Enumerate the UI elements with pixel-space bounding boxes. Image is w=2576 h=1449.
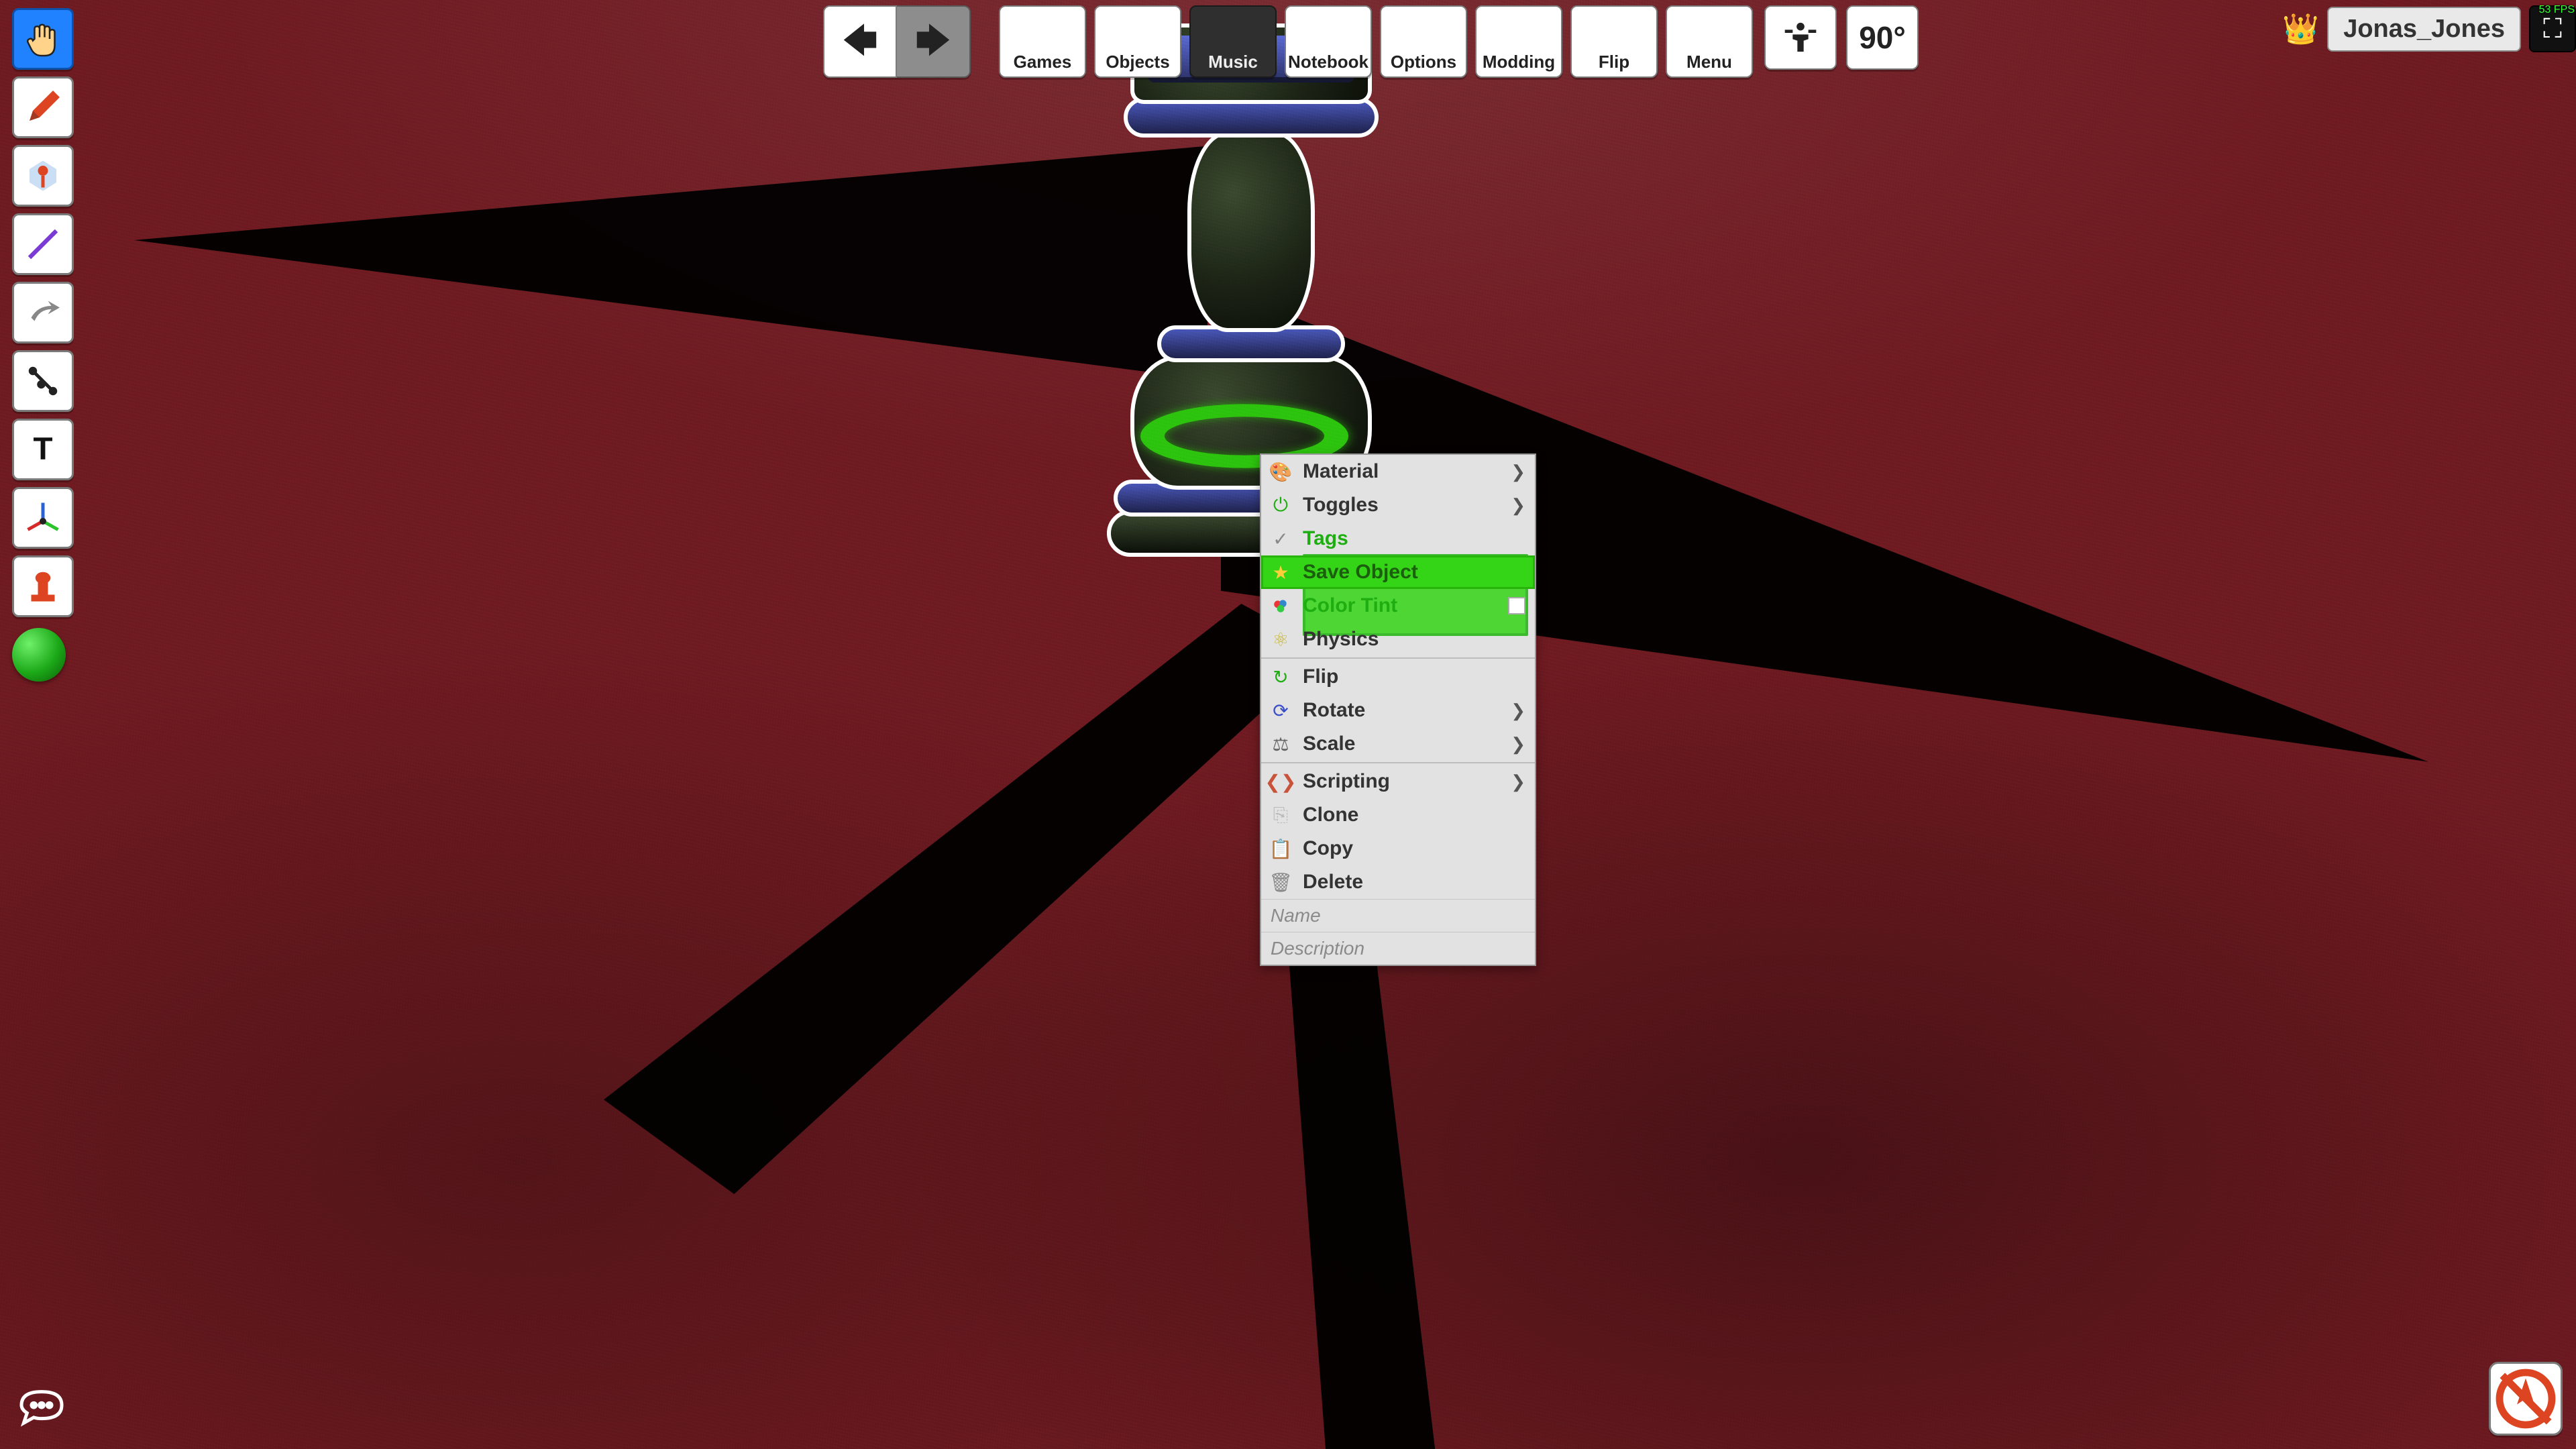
ctx-flip[interactable]: ↻ Flip xyxy=(1261,660,1535,694)
tint-icon xyxy=(1268,597,1293,614)
rotation-degree-button[interactable]: 90° xyxy=(1846,5,1919,70)
ctx-save-object[interactable]: ★ Save Object xyxy=(1261,555,1535,589)
modding-button[interactable]: Modding xyxy=(1475,5,1562,78)
games-label: Games xyxy=(1014,52,1072,72)
menu-button[interactable]: Menu xyxy=(1666,5,1753,78)
code-icon: ❮❯ xyxy=(1268,771,1293,793)
top-context-buttons: 90° xyxy=(1764,5,1919,70)
ctx-scale[interactable]: ⚖ Scale ❯ xyxy=(1261,727,1535,761)
star-icon: ★ xyxy=(1268,561,1293,584)
left-tool-strip: T xyxy=(12,8,74,682)
text-tool[interactable]: T xyxy=(12,419,74,480)
arrow-left-icon: 🡄 xyxy=(842,23,878,58)
check-icon: ✓ xyxy=(1268,528,1293,550)
games-button[interactable]: Games xyxy=(999,5,1086,78)
flip-button[interactable]: Flip xyxy=(1570,5,1658,78)
modding-label: Modding xyxy=(1483,52,1555,72)
username-label: Jonas_Jones xyxy=(2343,15,2505,44)
copy-icon: 📋 xyxy=(1268,838,1293,860)
ctx-tags[interactable]: ✓ Tags xyxy=(1261,522,1535,555)
chevron-right-icon: ❯ xyxy=(1511,700,1525,721)
separator xyxy=(1261,762,1535,763)
top-right-cluster: 👑 Jonas_Jones ⛶ 53 FPS xyxy=(2282,5,2576,52)
flip-label: Flip xyxy=(1599,52,1629,72)
ctx-description-field[interactable]: Description xyxy=(1261,932,1535,965)
color-ball[interactable] xyxy=(12,628,66,682)
chevron-right-icon: ❯ xyxy=(1511,462,1525,482)
fps-label: 53 FPS xyxy=(2539,4,2575,16)
ctx-color-tint[interactable]: Color Tint xyxy=(1261,589,1535,623)
ctx-clone[interactable]: ⎘ Clone xyxy=(1261,798,1535,832)
shadow xyxy=(604,604,1328,1194)
ctx-toggles[interactable]: ⏻ Toggles ❯ xyxy=(1261,488,1535,522)
objects-label: Objects xyxy=(1106,52,1169,72)
pencil-tool[interactable] xyxy=(12,76,74,138)
flip-icon: ↻ xyxy=(1268,666,1293,688)
shadow xyxy=(134,101,1208,449)
separator xyxy=(1261,657,1535,659)
host-crown-icon: 👑 xyxy=(2282,11,2319,46)
camera-reset-button[interactable] xyxy=(2489,1362,2563,1436)
atom-icon: ⚛ xyxy=(1268,629,1293,651)
scale-icon: ⚖ xyxy=(1268,733,1293,755)
hand-tool[interactable] xyxy=(12,8,74,70)
lift-button[interactable] xyxy=(1764,5,1837,70)
options-label: Options xyxy=(1391,52,1456,72)
flick-tool[interactable] xyxy=(12,282,74,343)
ctx-physics[interactable]: ⚛ Physics xyxy=(1261,623,1535,656)
object-context-menu: 🎨 Material ❯ ⏻ Toggles ❯ ✓ Tags ★ Save O… xyxy=(1260,453,1536,966)
clone-icon: ⎘ xyxy=(1268,804,1293,826)
stamp-tool[interactable] xyxy=(12,555,74,617)
svg-text:T: T xyxy=(33,431,52,467)
palette-icon: 🎨 xyxy=(1268,461,1293,483)
top-toolbar: 🡄 🡆 Games Objects Music Notebook O xyxy=(823,5,1753,78)
ctx-rotate[interactable]: ⟳ Rotate ❯ xyxy=(1261,694,1535,727)
chevron-right-icon: ❯ xyxy=(1511,771,1525,792)
tint-swatch xyxy=(1508,597,1525,614)
ctx-scripting[interactable]: ❮❯ Scripting ❯ xyxy=(1261,765,1535,798)
toggle-icon: ⏻ xyxy=(1268,494,1293,517)
arrow-right-icon: 🡆 xyxy=(915,23,951,58)
chevron-right-icon: ❯ xyxy=(1511,734,1525,755)
ctx-copy[interactable]: 📋 Copy xyxy=(1261,832,1535,865)
options-button[interactable]: Options xyxy=(1380,5,1467,78)
chat-button[interactable] xyxy=(15,1381,68,1434)
music-label: Music xyxy=(1208,52,1258,72)
ctx-delete[interactable]: 🗑 Delete xyxy=(1261,865,1535,899)
objects-button[interactable]: Objects xyxy=(1094,5,1181,78)
notebook-label: Notebook xyxy=(1288,52,1368,72)
nav-forward-button[interactable]: 🡆 xyxy=(897,5,971,78)
line-tool[interactable] xyxy=(12,213,74,275)
chevron-right-icon: ❯ xyxy=(1511,495,1525,516)
ctx-name-field[interactable]: Name xyxy=(1261,899,1535,932)
zone-tool[interactable] xyxy=(12,145,74,207)
joint-tool[interactable] xyxy=(12,350,74,412)
notebook-button[interactable]: Notebook xyxy=(1285,5,1372,78)
menu-label: Menu xyxy=(1686,52,1732,72)
rotate-icon: ⟳ xyxy=(1268,700,1293,722)
ctx-material[interactable]: 🎨 Material ❯ xyxy=(1261,455,1535,488)
gizmo-tool[interactable] xyxy=(12,487,74,549)
trash-icon: 🗑 xyxy=(1268,871,1293,894)
fullscreen-button[interactable]: ⛶ 53 FPS xyxy=(2529,5,2576,52)
degree-label: 90° xyxy=(1859,19,1906,56)
music-button[interactable]: Music xyxy=(1189,5,1277,78)
username-pill[interactable]: Jonas_Jones xyxy=(2327,7,2521,52)
nav-back-button[interactable]: 🡄 xyxy=(823,5,897,78)
fullscreen-icon: ⛶ xyxy=(2543,14,2562,44)
